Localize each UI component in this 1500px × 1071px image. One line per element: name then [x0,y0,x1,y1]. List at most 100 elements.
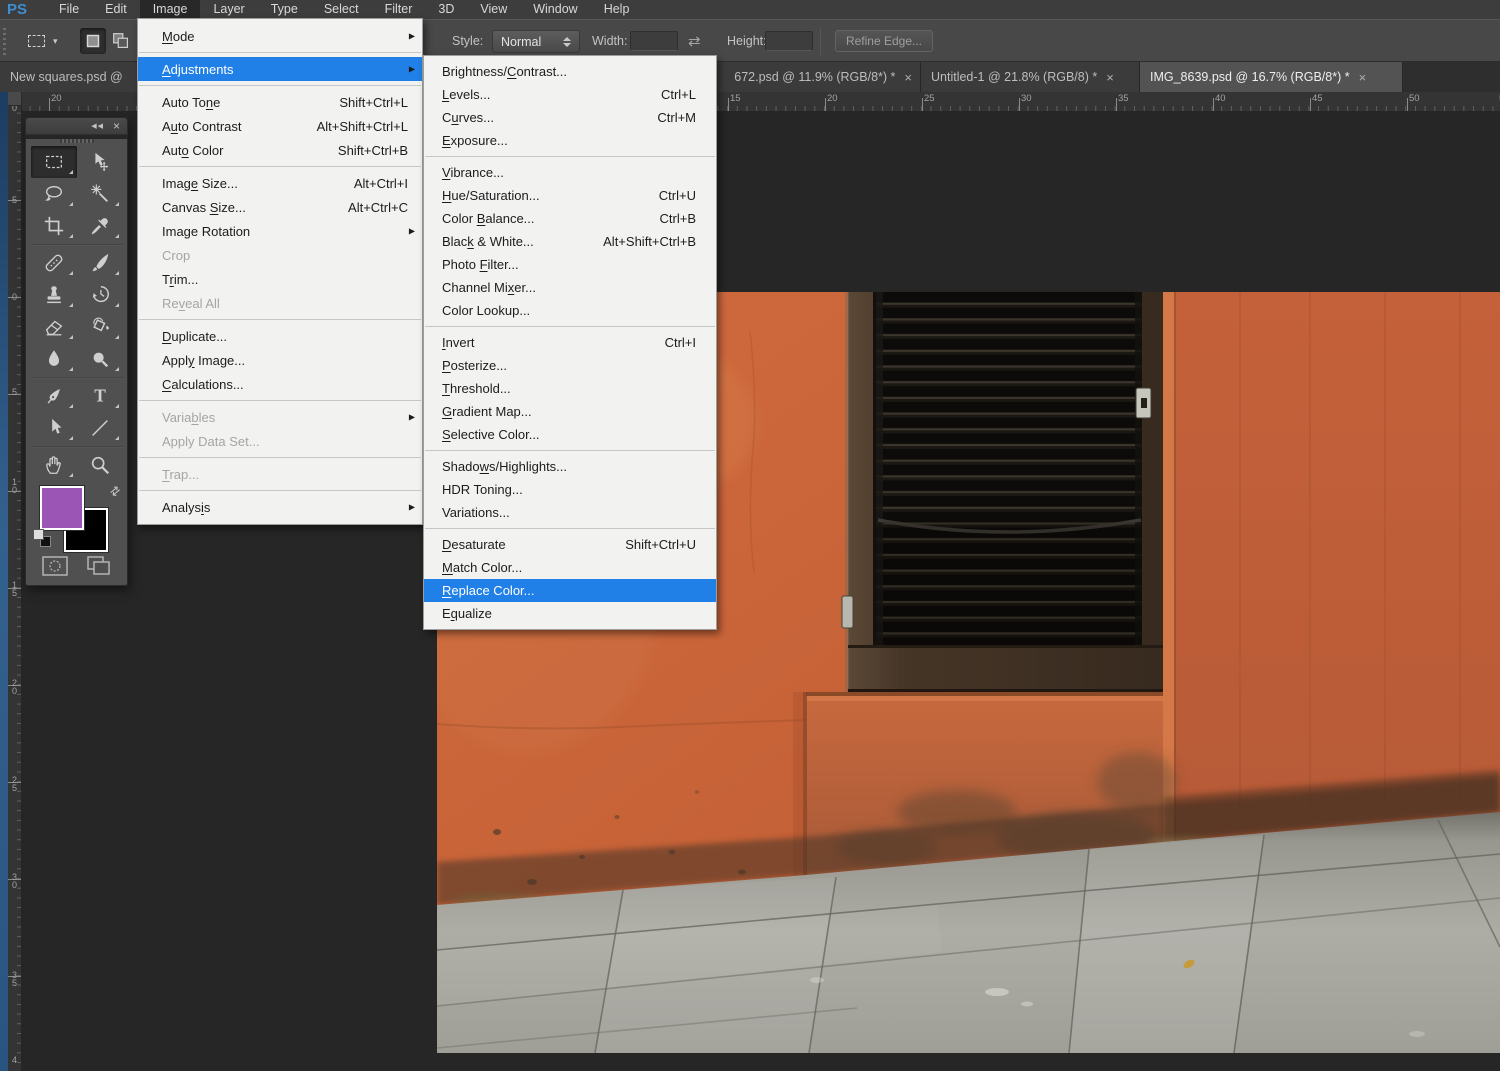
style-dropdown[interactable]: Normal [492,30,580,53]
ruler-label: 40 [1215,93,1226,104]
menu-item-threshold[interactable]: Threshold... [424,377,716,400]
menu-item-color-balance[interactable]: Color Balance...Ctrl+B [424,207,716,230]
spot-healing-brush-tool[interactable] [31,247,77,279]
pen-tool[interactable] [31,380,77,412]
menu-item-hue-saturation[interactable]: Hue/Saturation...Ctrl+U [424,184,716,207]
menu-item-channel-mixer[interactable]: Channel Mixer... [424,276,716,299]
menu-item-replace-color[interactable]: Replace Color... [424,579,716,602]
refine-edge-button[interactable]: Refine Edge... [835,30,933,52]
tab-close-icon[interactable]: × [1359,71,1367,84]
quick-mask-icon [42,556,68,576]
rectangular-marquee-tool[interactable] [31,146,77,178]
menu-item-trim[interactable]: Trim... [138,267,422,291]
quick-mask-button[interactable] [39,554,71,578]
menubar-item-type[interactable]: Type [258,0,311,19]
menubar-item-file[interactable]: File [46,0,92,19]
menubar-item-view[interactable]: View [467,0,520,19]
menu-item-selective-color[interactable]: Selective Color... [424,423,716,446]
menubar-item-window[interactable]: Window [520,0,590,19]
menu-item-equalize[interactable]: Equalize [424,602,716,625]
tools-panel-header[interactable]: ◀◀ × [25,117,128,135]
dropdown-caret-icon: ▾ [53,36,58,47]
eyedropper-tool[interactable] [77,210,123,242]
menu-item-auto-contrast[interactable]: Auto ContrastAlt+Shift+Ctrl+L [138,114,422,138]
dodge-icon [89,348,111,370]
dodge-tool[interactable] [77,343,123,375]
width-input[interactable] [630,31,678,51]
document-tab[interactable]: IMG_8639.psd @ 16.7% (RGB/8*) *× [1140,62,1403,92]
collapse-panel-button[interactable]: ◀◀ [91,122,104,130]
menubar-item-edit[interactable]: Edit [92,0,140,19]
menubar-item-filter[interactable]: Filter [372,0,426,19]
menu-separator [139,457,421,458]
menu-item-match-color[interactable]: Match Color... [424,556,716,579]
magic-wand-tool[interactable] [77,178,123,210]
tab-close-icon[interactable]: × [904,71,912,84]
path-selection-tool[interactable] [31,412,77,444]
menu-item-shortcut: Ctrl+L [635,87,696,102]
menu-item-adjustments[interactable]: Adjustments▶ [138,57,422,81]
menu-item-hdr-toning[interactable]: HDR Toning... [424,478,716,501]
menu-item-analysis[interactable]: Analysis▶ [138,495,422,519]
default-colors-icon[interactable] [33,529,51,547]
menu-item-gradient-map[interactable]: Gradient Map... [424,400,716,423]
brush-tool[interactable] [77,247,123,279]
hand-tool[interactable] [31,449,77,481]
menu-item-exposure[interactable]: Exposure... [424,129,716,152]
menu-item-canvas-size[interactable]: Canvas Size...Alt+Ctrl+C [138,195,422,219]
menu-item-apply-image[interactable]: Apply Image... [138,348,422,372]
menu-item-label: Black & White... [442,234,534,249]
menubar-item-select[interactable]: Select [311,0,372,19]
menu-item-black-white[interactable]: Black & White...Alt+Shift+Ctrl+B [424,230,716,253]
menu-item-shadows-highlights[interactable]: Shadows/Highlights... [424,455,716,478]
menu-item-levels[interactable]: Levels...Ctrl+L [424,83,716,106]
ruler-label: 2 0 [9,679,20,695]
document-tab[interactable]: Untitled-1 @ 21.8% (RGB/8) *× [921,62,1140,92]
menu-item-calculations[interactable]: Calculations... [138,372,422,396]
menu-item-image-rotation[interactable]: Image Rotation▶ [138,219,422,243]
screen-mode-button[interactable] [83,554,115,578]
new-selection-button[interactable] [80,28,106,54]
move-tool[interactable] [77,146,123,178]
eraser-tool[interactable] [31,311,77,343]
add-to-selection-button[interactable] [108,28,134,54]
menu-item-photo-filter[interactable]: Photo Filter... [424,253,716,276]
menubar-item-3d[interactable]: 3D [425,0,467,19]
tool-preset-picker[interactable]: ▾ [22,27,74,55]
menu-item-variations[interactable]: Variations... [424,501,716,524]
ruler-label: 1 5 [9,581,20,597]
history-brush-tool[interactable] [77,279,123,311]
menubar-item-help[interactable]: Help [591,0,643,19]
menubar-item-layer[interactable]: Layer [200,0,257,19]
menu-item-posterize[interactable]: Posterize... [424,354,716,377]
swap-colors-icon[interactable]: ⇄ [107,482,124,499]
menu-item-mode[interactable]: Mode▶ [138,24,422,48]
tab-close-icon[interactable]: × [1106,71,1114,84]
menu-item-image-size[interactable]: Image Size...Alt+Ctrl+I [138,171,422,195]
menu-item-duplicate[interactable]: Duplicate... [138,324,422,348]
blur-tool[interactable] [31,343,77,375]
zoom-tool[interactable] [77,449,123,481]
menu-item-brightness-contrast[interactable]: Brightness/Contrast... [424,60,716,83]
foreground-color-swatch[interactable] [40,486,84,530]
menu-item-vibrance[interactable]: Vibrance... [424,161,716,184]
menubar-item-image[interactable]: Image [140,0,201,19]
panel-grip-icon[interactable] [60,139,94,143]
vertical-ruler[interactable]: 05051 01 52 02 53 03 54 [8,106,22,1071]
type-tool[interactable]: T [77,380,123,412]
menu-item-auto-tone[interactable]: Auto ToneShift+Ctrl+L [138,90,422,114]
crop-tool[interactable] [31,210,77,242]
menu-item-invert[interactable]: InvertCtrl+I [424,331,716,354]
menu-item-label: Variables [162,410,215,425]
menu-item-curves[interactable]: Curves...Ctrl+M [424,106,716,129]
clone-stamp-tool[interactable] [31,279,77,311]
height-input[interactable] [765,31,813,51]
lasso-tool[interactable] [31,178,77,210]
menu-item-desaturate[interactable]: DesaturateShift+Ctrl+U [424,533,716,556]
paint-bucket-tool[interactable] [77,311,123,343]
menu-item-color-lookup[interactable]: Color Lookup... [424,299,716,322]
close-panel-button[interactable]: × [113,120,120,132]
line-tool[interactable] [77,412,123,444]
menu-item-auto-color[interactable]: Auto ColorShift+Ctrl+B [138,138,422,162]
adjustments-submenu: Brightness/Contrast...Levels...Ctrl+LCur… [423,55,717,630]
